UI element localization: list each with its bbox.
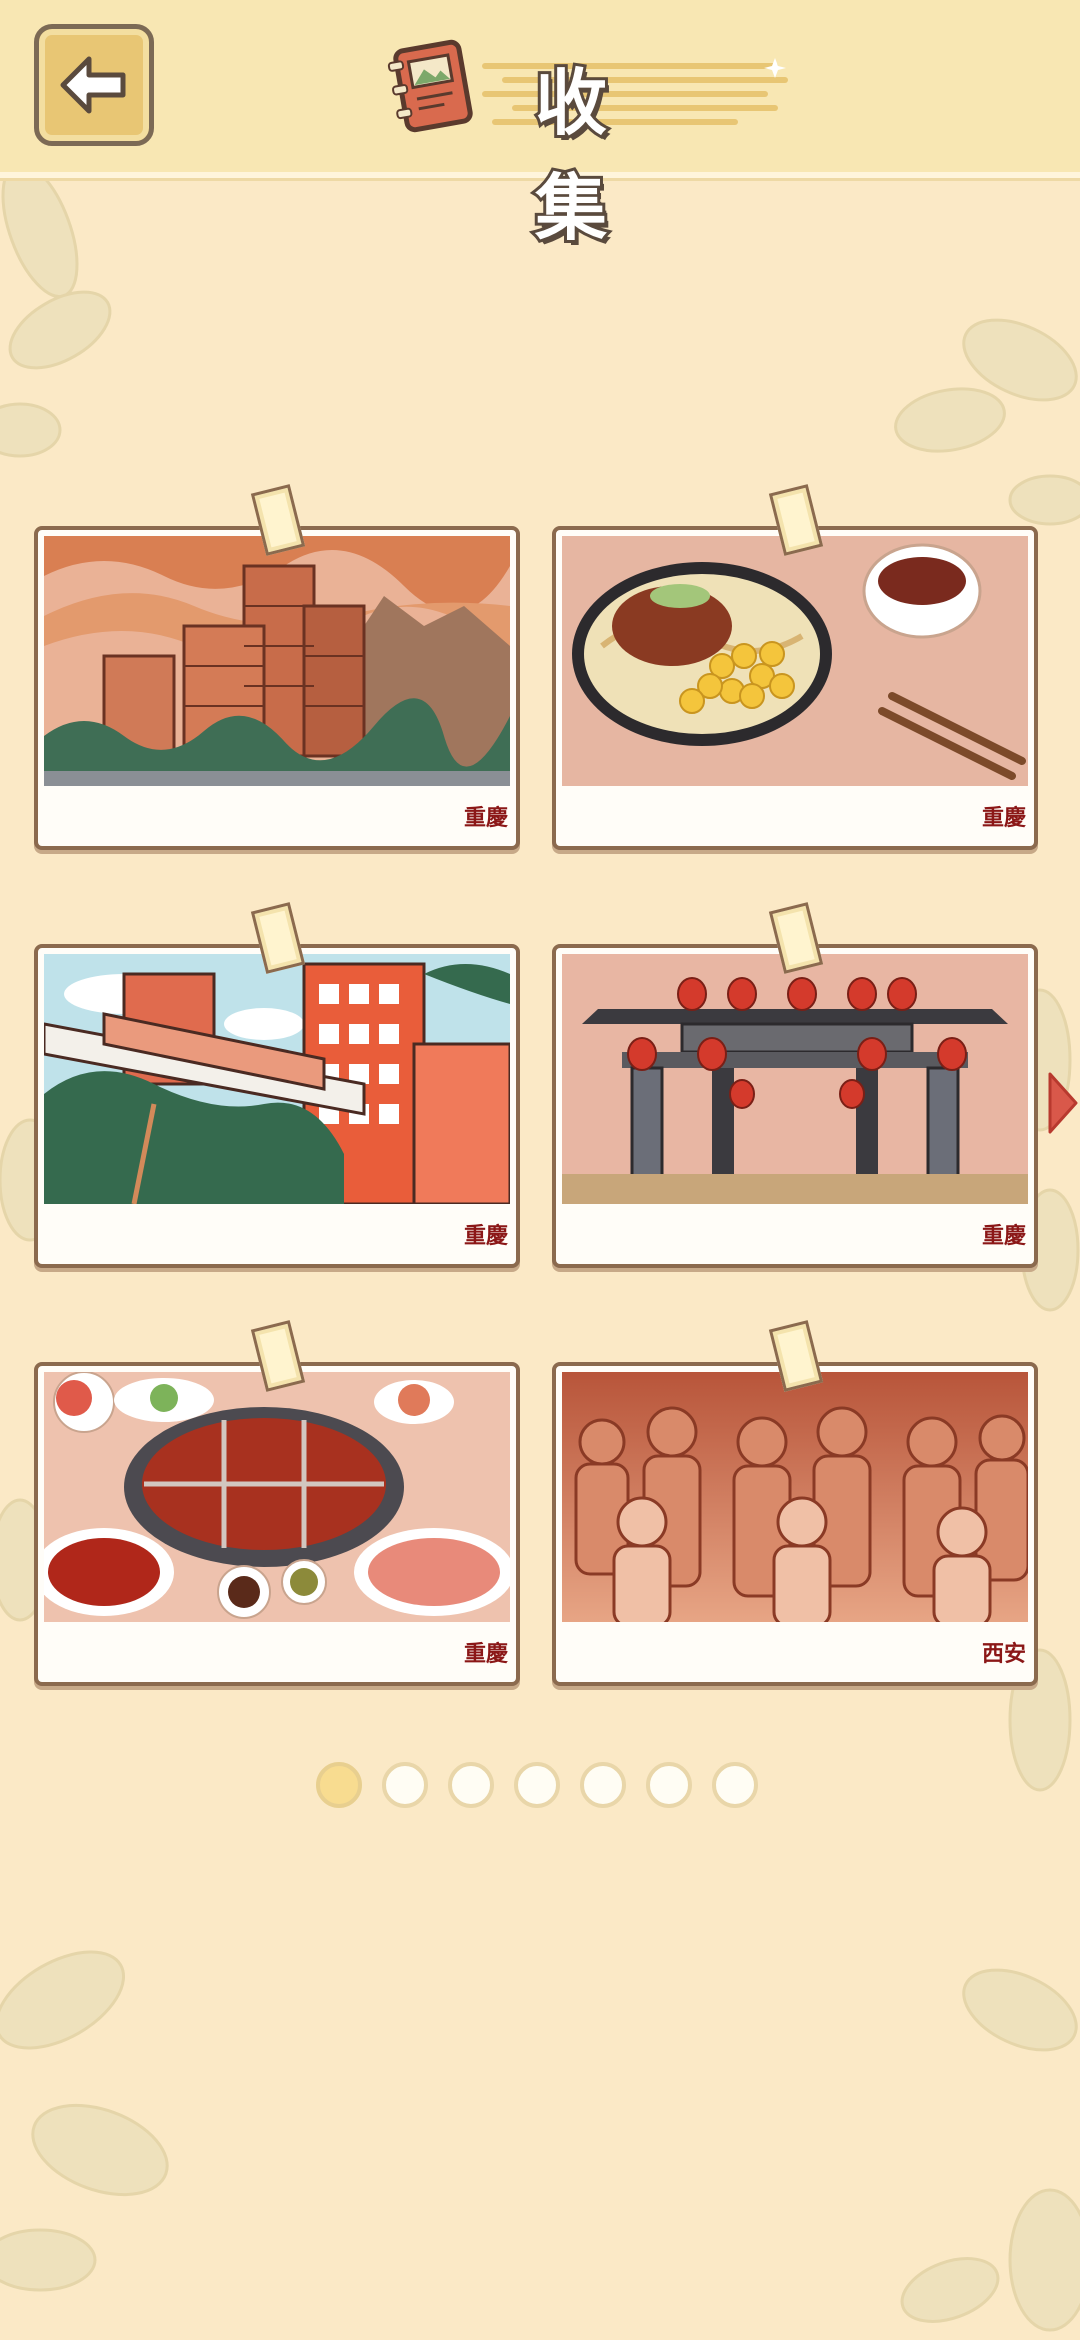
card-label: 重慶 [463,1641,508,1667]
card-image-hotpot [44,1372,510,1622]
card-image-noodles [562,536,1028,786]
album-book-icon [387,39,473,133]
card-label: 重慶 [981,1223,1026,1249]
back-arrow-icon [60,56,126,114]
card-label: 重慶 [463,805,508,831]
page-dot-6[interactable] [646,1762,692,1808]
back-button[interactable] [34,24,154,146]
page-dot-2[interactable] [382,1762,428,1808]
card-image-terracotta-warriors [562,1372,1028,1622]
collection-card-1[interactable]: 重慶 [34,526,520,850]
collection-card-2[interactable]: 重慶 [552,526,1038,850]
page-title: 收 集 [532,58,648,253]
page-dot-5[interactable] [580,1762,626,1808]
title-area: 收 集 [385,30,795,253]
top-bar: 收 集 [0,0,1080,253]
collection-card-5[interactable]: 重慶 [34,1362,520,1686]
page-dot-4[interactable] [514,1762,560,1808]
collection-card-4[interactable]: 重慶 [552,944,1038,1268]
card-image-hongyadong [44,536,510,786]
card-label: 重慶 [981,805,1026,831]
collection-card-3[interactable]: 重慶 [34,944,520,1268]
page-indicator [316,1762,766,1812]
card-image-ciqikou-gate [562,954,1028,1204]
page-dot-7[interactable] [712,1762,758,1808]
page-dot-3[interactable] [448,1762,494,1808]
card-label: 重慶 [463,1223,508,1249]
next-page-arrow-icon[interactable] [1046,1070,1080,1136]
collection-card-6[interactable]: 西安 [552,1362,1038,1686]
card-label: 西安 [981,1641,1026,1667]
card-image-monorail [44,954,510,1204]
page-dot-1[interactable] [316,1762,362,1808]
